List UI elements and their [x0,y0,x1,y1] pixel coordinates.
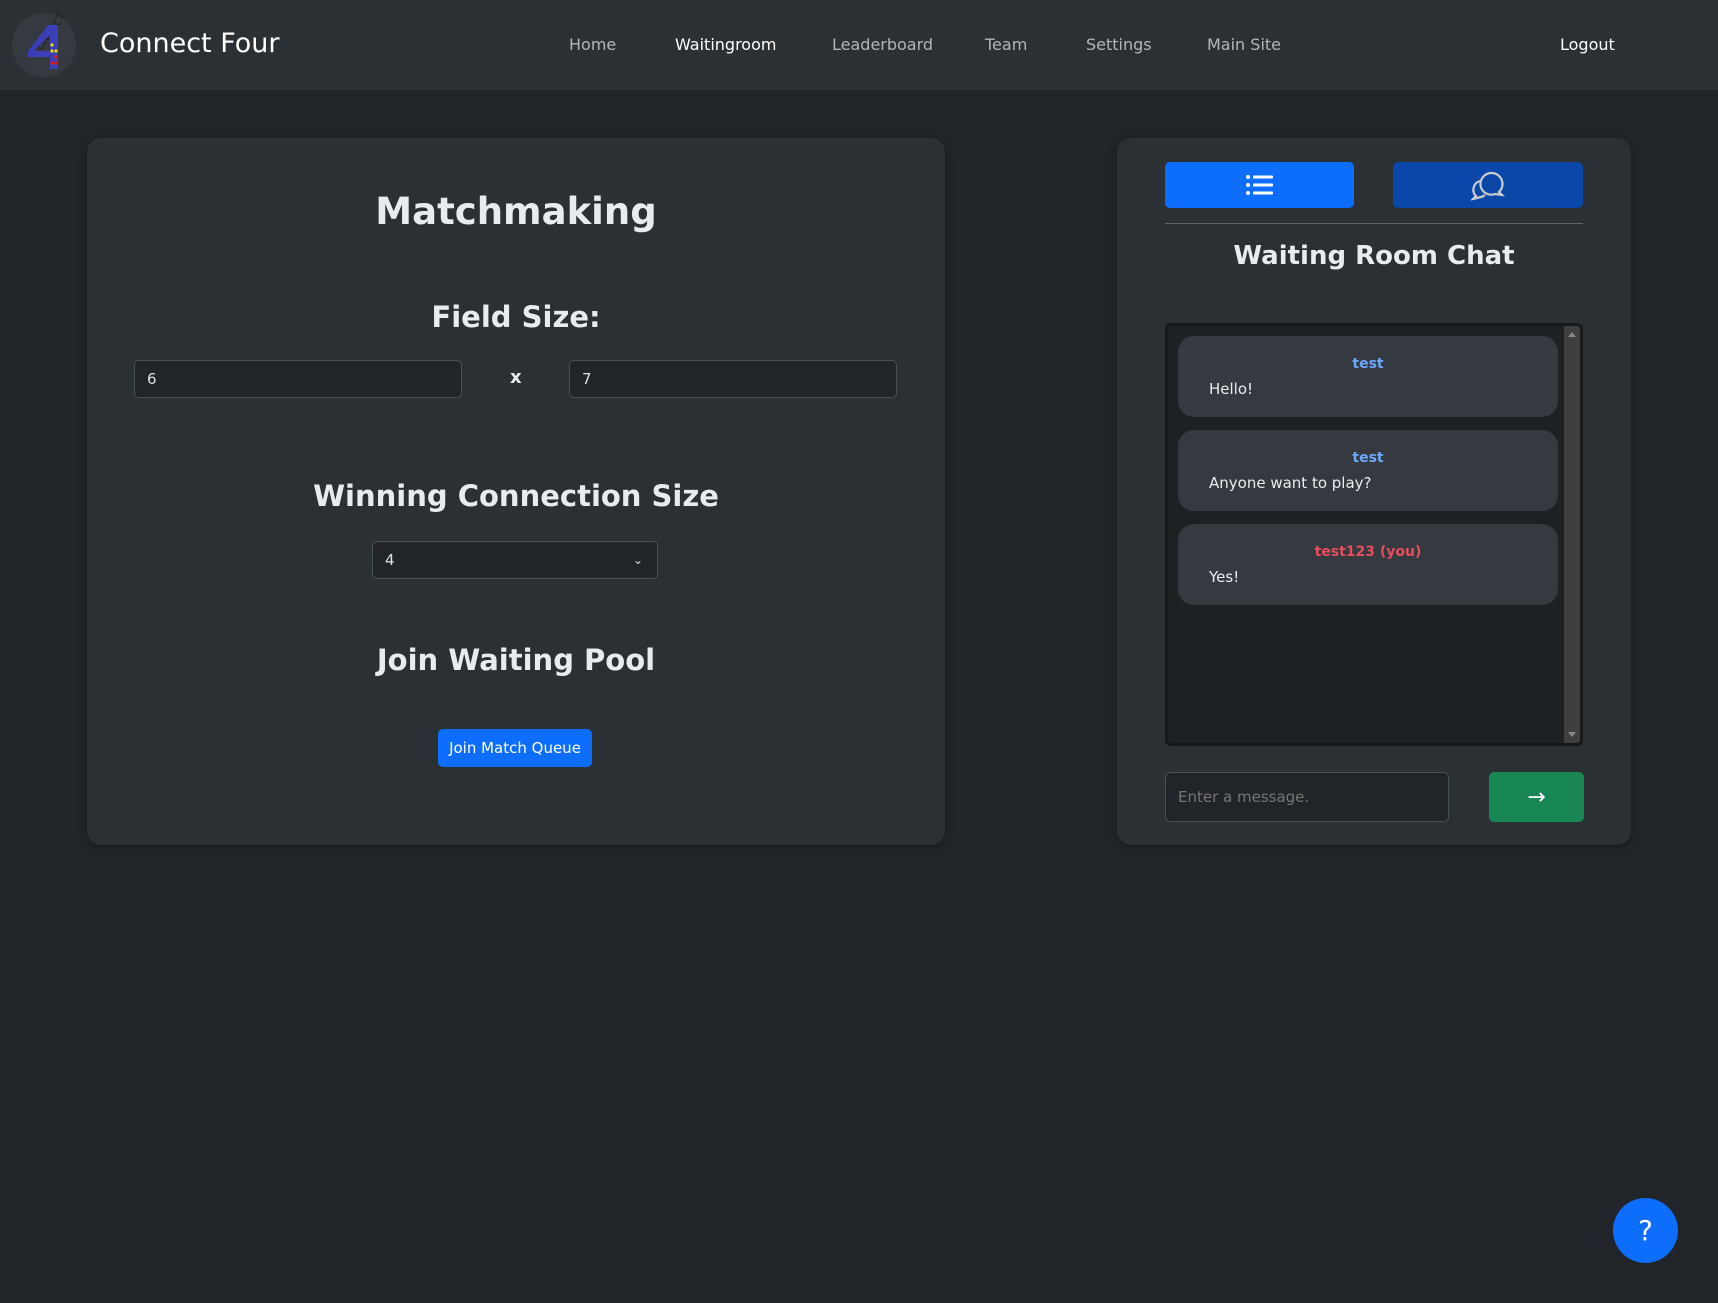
nav-main-site[interactable]: Main Site [1207,35,1281,54]
message-input[interactable] [1165,772,1449,822]
cols-input[interactable]: 7 [569,360,897,398]
nav-logout[interactable]: Logout [1560,35,1615,54]
chat-message: test Anyone want to play? [1178,430,1558,511]
message-user: test [1352,450,1384,466]
join-pool-label: Join Waiting Pool [376,643,656,677]
message-text: Hello! [1209,380,1254,398]
rows-input[interactable]: 6 [134,360,462,398]
chat-message: test Hello! [1178,336,1558,417]
nav-leaderboard[interactable]: Leaderboard [832,35,933,54]
field-size-label: Field Size: [431,300,601,334]
winning-size-value: 4 [385,551,395,569]
message-user: test123 (you) [1314,544,1422,560]
send-button[interactable]: → [1489,772,1584,822]
message-text: Yes! [1209,568,1240,586]
matchmaking-card: Matchmaking Field Size: 6 x 7 Winning Co… [87,138,945,845]
tab-list[interactable] [1165,162,1354,208]
chevron-down-icon: ⌄ [632,553,643,567]
nav-waitingroom[interactable]: Waitingroom [675,35,776,54]
chat-scrollbar[interactable] [1564,326,1580,743]
tab-chat[interactable] [1393,162,1583,208]
arrow-right-icon: → [1527,784,1546,810]
chat-title: Waiting Room Chat [1233,241,1515,271]
list-icon [1245,175,1273,195]
navbar: CONNECT Connect Four Home Waitingroom Le… [0,0,1718,90]
message-text: Anyone want to play? [1209,474,1372,492]
join-match-queue-button[interactable]: Join Match Queue [438,729,592,767]
times-label: x [510,367,522,388]
winning-size-select[interactable]: 4 ⌄ [372,541,658,579]
chat-message: test123 (you) Yes! [1178,524,1558,605]
logo[interactable]: CONNECT [12,11,76,77]
winning-connection-label: Winning Connection Size [313,479,719,513]
nav-settings[interactable]: Settings [1086,35,1152,54]
nav-home[interactable]: Home [569,35,616,54]
nav-team[interactable]: Team [985,35,1027,54]
brand-title[interactable]: Connect Four [100,28,280,59]
help-button[interactable]: ? [1613,1198,1678,1263]
scroll-down-icon[interactable] [1568,732,1576,737]
matchmaking-title: Matchmaking [375,190,657,233]
chat-bubbles-icon [1471,171,1505,201]
message-user: test [1352,356,1384,372]
chat-messages: test Hello! test Anyone want to play? te… [1165,323,1583,746]
divider [1165,223,1583,224]
chat-card: Waiting Room Chat test Hello! test Anyon… [1117,138,1631,845]
scroll-up-icon[interactable] [1568,332,1576,337]
